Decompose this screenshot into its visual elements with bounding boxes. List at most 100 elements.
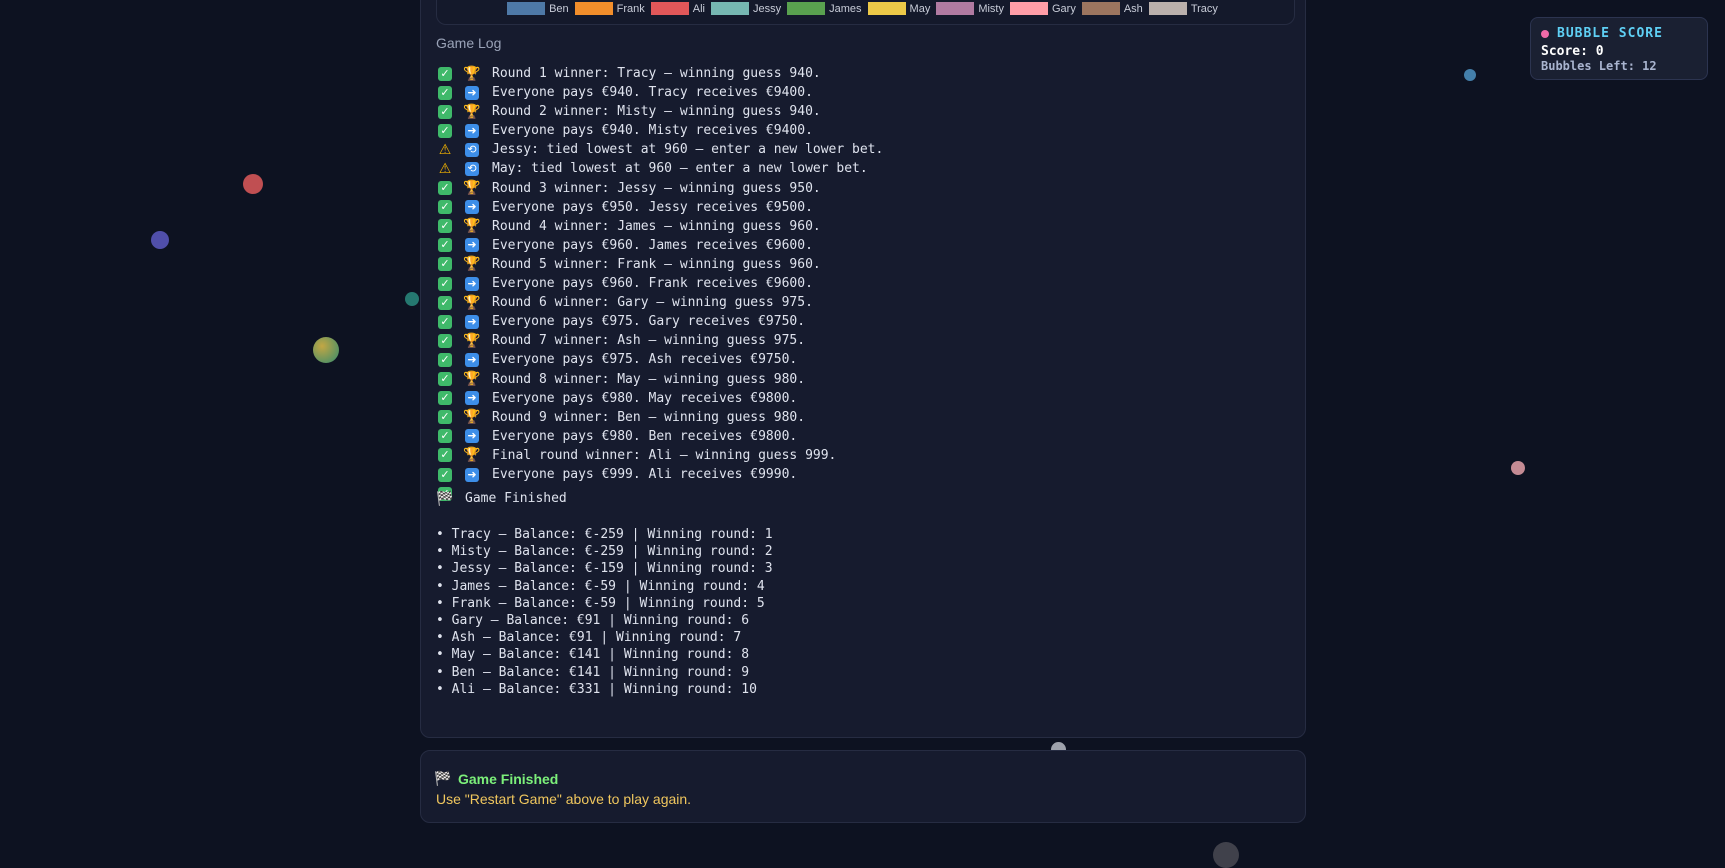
log-entry: ✓ 🏆 Round 6 winner: Gary — winning guess 9…: [438, 293, 883, 312]
log-entry-text: Everyone pays €960. James receives €9600…: [492, 237, 813, 253]
chart-legend: Ben Frank Ali Jessy James May Misty Gary Ash Trac…: [437, 2, 1294, 15]
log-entry-text: Everyone pays €940. Tracy receives €9400…: [492, 85, 813, 101]
log-entry-text: Everyone pays €980. May receives €9800.: [492, 390, 798, 406]
log-entry-text: Round 9 winner: Ben — winning guess 980.: [492, 409, 806, 425]
bubble[interactable]: [313, 337, 339, 363]
log-entry-text: May: tied lowest at 960 — enter a new lo…: [492, 161, 868, 177]
check-icon: ✓: [438, 85, 452, 100]
check-icon: ✓: [438, 372, 452, 387]
check-icon: ✓: [438, 391, 452, 406]
score-line: Score: 0: [1541, 44, 1604, 59]
legend-swatch: [867, 2, 906, 15]
warning-icon: ⚠: [438, 161, 452, 178]
game-log-title: Game Log: [436, 35, 502, 51]
trophy-icon: 🏆: [463, 294, 481, 311]
log-entry: ✓ ➜ Everyone pays €960. Frank receives €96…: [438, 274, 883, 293]
arrow-right-icon: ➜: [465, 238, 479, 253]
legend-label: Misty: [978, 2, 1004, 15]
legend-label: Ali: [692, 2, 706, 15]
legend-label: Tracy: [1190, 2, 1218, 15]
log-entry: ✓ 🏆 Round 8 winner: May — winning guess 98…: [438, 370, 883, 389]
bubble-icon: [1541, 29, 1549, 38]
log-entry-text: Everyone pays €950. Jessy receives €9500…: [492, 199, 813, 215]
legend-item: Jessy: [711, 2, 781, 15]
trophy-icon: 🏆: [463, 103, 481, 120]
bubble[interactable]: [1213, 842, 1239, 868]
check-icon: ✓: [438, 314, 452, 329]
legend-swatch: [1081, 2, 1120, 15]
bubble[interactable]: [243, 174, 263, 194]
log-entry: ✓ ➜ Everyone pays €950. Jessy receives €95…: [438, 198, 883, 217]
bubble-score-title-text: BUBBLE SCORE: [1557, 26, 1663, 41]
legend-swatch: [650, 2, 689, 15]
log-entry: ✓ 🏆 Round 1 winner: Tracy — winning guess …: [438, 64, 883, 83]
arrow-right-icon: ➜: [465, 467, 479, 482]
trophy-icon: 🏆: [463, 180, 481, 197]
log-entry: ✓ ➜ Everyone pays €975. Gary receives €975…: [438, 312, 883, 331]
check-icon: ✓: [438, 66, 452, 81]
log-entry-text: Everyone pays €975. Gary receives €9750.: [492, 314, 806, 330]
check-icon: ✓: [438, 123, 452, 138]
checkered-flag-icon: 🏁: [434, 771, 452, 787]
bubble[interactable]: [1464, 69, 1476, 81]
legend-label: Ben: [549, 2, 569, 15]
log-entry: ✓ 🏆 Round 5 winner: Frank — winning guess …: [438, 255, 883, 274]
legend-swatch: [936, 2, 975, 15]
legend-item: Gary: [1010, 2, 1076, 15]
score-label: Score:: [1541, 44, 1588, 59]
check-icon: ✓: [438, 200, 452, 215]
status-title: 🏁 Game Finished: [434, 771, 559, 787]
score-value: 0: [1595, 44, 1604, 59]
log-entry: ⚠ ⟲ Jessy: tied lowest at 960 — enter a ne…: [438, 140, 884, 159]
log-entry-text: Round 7 winner: Ash — winning guess 975.: [492, 333, 806, 349]
legend-item: Ash: [1081, 2, 1143, 15]
log-entry-text: Jessy: tied lowest at 960 — enter a new …: [492, 142, 884, 158]
bubble[interactable]: [405, 292, 419, 306]
log-entry: ✓ 🏆 Round 3 winner: Jessy — winning guess …: [438, 179, 883, 198]
log-entry: ✓ 🏆 Round 9 winner: Ben — winning guess 98…: [438, 408, 883, 427]
legend-label: May: [909, 2, 931, 15]
warning-icon: ⚠: [438, 141, 452, 158]
check-icon: ✓: [438, 257, 452, 272]
trophy-icon: 🏆: [463, 447, 481, 464]
check-icon: ✓: [438, 219, 452, 234]
arrow-right-icon: ➜: [465, 276, 479, 291]
log-entry-text: Round 4 winner: James — winning guess 96…: [492, 218, 821, 234]
check-icon: ✓: [438, 238, 452, 253]
log-entry: ✓ 🏆 Round 7 winner: Ash — winning guess 97…: [438, 331, 883, 350]
bubble[interactable]: [1511, 461, 1525, 475]
legend-item: Frank: [574, 2, 645, 15]
legend-swatch: [787, 2, 826, 15]
repeat-icon: ⟲: [465, 142, 479, 157]
status-title-text: Game Finished: [458, 771, 559, 787]
legend-swatch: [711, 2, 750, 15]
log-entry: ✓ ➜ Everyone pays €940. Misty receives €94…: [438, 121, 883, 140]
log-entry-text: Round 6 winner: Gary — winning guess 975…: [492, 295, 813, 311]
checkered-flag-icon: 🏁: [436, 490, 454, 507]
legend-swatch: [574, 2, 613, 15]
game-finished-line: 🏁 Game Finished: [436, 490, 566, 507]
trophy-icon: 🏆: [463, 218, 481, 235]
legend-item: May: [867, 2, 931, 15]
log-entry: ✓ 🏆 Round 4 winner: James — winning guess …: [438, 217, 883, 236]
trophy-icon: 🏆: [463, 332, 481, 349]
legend-item: James: [787, 2, 862, 15]
balance-item: • Ben — Balance: €141 | Winning round: 9: [436, 664, 750, 680]
repeat-icon: ⟲: [465, 162, 479, 177]
legend-label: Frank: [616, 2, 645, 15]
arrow-right-icon: ➜: [465, 200, 479, 215]
log-entry: ✓ 🏆 Final round winner: Ali — winning gues…: [438, 446, 883, 465]
arrow-right-icon: ➜: [465, 85, 479, 100]
balance-item: • Ash — Balance: €91 | Winning round: 7: [436, 630, 742, 646]
trophy-icon: 🏆: [463, 371, 481, 388]
status-panel: 🏁 Game Finished Use "Restart Game" above …: [420, 750, 1306, 823]
trophy-icon: 🏆: [463, 65, 481, 82]
log-entry-text: Final round winner: Ali — winning guess …: [492, 447, 837, 463]
balance-item: • James — Balance: €-59 | Winning round:…: [436, 578, 765, 594]
legend-swatch: [1148, 2, 1187, 15]
bubble[interactable]: [151, 231, 169, 249]
arrow-right-icon: ➜: [465, 391, 479, 406]
bubble-score-box: BUBBLE SCORE Score: 0 Bubbles Left: 12: [1530, 17, 1708, 80]
log-entry-text: Round 2 winner: Misty — winning guess 94…: [492, 104, 821, 120]
legend-swatch: [1010, 2, 1048, 15]
